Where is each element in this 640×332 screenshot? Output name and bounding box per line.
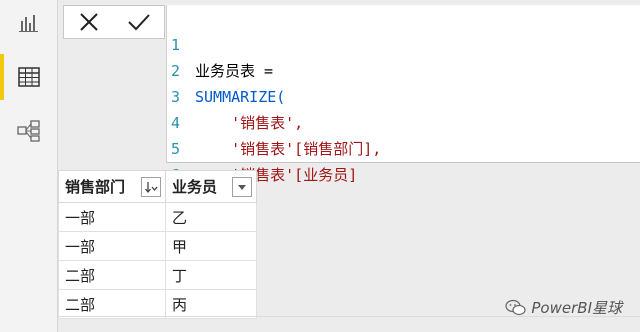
sort-filter-button[interactable] xyxy=(141,176,161,197)
wechat-icon xyxy=(505,299,526,315)
code-line: 2 SUMMARIZE( xyxy=(167,32,285,106)
model-diagram-icon xyxy=(17,120,40,142)
column-header-label: 销售部门 xyxy=(65,178,126,196)
view-switcher xyxy=(0,0,58,332)
code-line: 1 业务员表 = xyxy=(167,6,273,80)
data-grid: 销售部门 业务员 一部 乙 一部 甲 二部 丁 二部 丙 xyxy=(58,170,257,319)
report-view-button[interactable] xyxy=(0,0,58,46)
code-line: 4 '销售表'[销售部门], xyxy=(167,84,381,158)
close-icon xyxy=(79,13,98,31)
table-cell[interactable]: 二部 xyxy=(58,289,166,319)
table-grid-icon xyxy=(18,67,40,87)
table-cell[interactable]: 二部 xyxy=(58,260,166,290)
table-row[interactable]: 一部 乙 xyxy=(58,202,257,232)
editor-gutter-area xyxy=(58,44,166,163)
table-cell[interactable]: 一部 xyxy=(58,231,166,261)
table-cell[interactable]: 丙 xyxy=(165,289,257,319)
table-cell[interactable]: 一部 xyxy=(58,202,166,232)
code-text: '销售表'[销售部门], xyxy=(195,140,382,158)
table-cell[interactable]: 丁 xyxy=(165,260,257,290)
filter-dropdown-icon xyxy=(238,184,246,190)
check-icon xyxy=(127,14,150,31)
code-line: 5 '销售表'[业务员] xyxy=(167,110,357,184)
column-header[interactable]: 销售部门 xyxy=(58,170,166,203)
watermark: PowerBI星球 xyxy=(505,297,622,318)
filter-dropdown-button[interactable] xyxy=(232,176,252,197)
table-cell[interactable]: 甲 xyxy=(165,231,257,261)
column-header-label: 业务员 xyxy=(172,178,218,196)
model-view-button[interactable] xyxy=(0,108,58,154)
code-text: 业务员表 = xyxy=(195,62,274,80)
table-row[interactable]: 一部 甲 xyxy=(58,231,257,261)
table-row[interactable]: 二部 丙 xyxy=(58,289,257,319)
table-cell[interactable]: 乙 xyxy=(165,202,257,232)
code-line: 6 ) xyxy=(167,136,204,210)
code-line: 3 '销售表', xyxy=(167,58,303,132)
sorted-desc-filter-icon xyxy=(145,181,158,193)
commit-formula-button[interactable] xyxy=(127,11,151,33)
table-row[interactable]: 二部 丁 xyxy=(58,260,257,290)
code-text: '销售表', xyxy=(195,114,304,132)
watermark-text: PowerBI星球 xyxy=(531,299,622,317)
cancel-formula-button[interactable] xyxy=(78,11,100,33)
formula-editor[interactable]: 1 业务员表 = 2 SUMMARIZE( 3 '销售表', 4 '销售表'[销… xyxy=(166,5,640,210)
code-text: SUMMARIZE( xyxy=(195,88,286,106)
formula-actions xyxy=(63,5,165,39)
column-header[interactable]: 业务员 xyxy=(165,170,257,203)
bar-chart-icon xyxy=(19,15,38,32)
data-view-button[interactable] xyxy=(0,54,58,100)
